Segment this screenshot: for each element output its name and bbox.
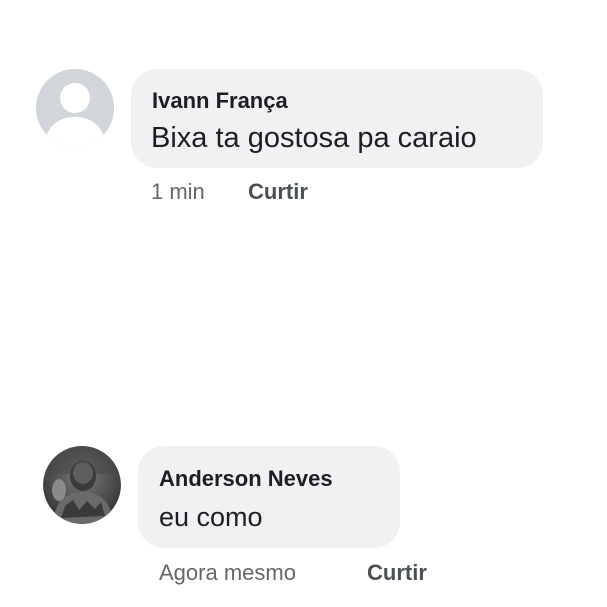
- comment-text: Bixa ta gostosa pa caraio: [151, 122, 477, 154]
- comment-author[interactable]: Ivann França: [152, 88, 288, 114]
- comment-author[interactable]: Anderson Neves: [159, 466, 333, 492]
- like-button[interactable]: Curtir: [248, 179, 308, 205]
- user-photo-icon: [43, 446, 121, 524]
- user-silhouette-icon: [36, 69, 114, 147]
- comment-text: eu como: [159, 502, 263, 532]
- comment-timestamp[interactable]: 1 min: [151, 179, 205, 205]
- avatar-photo[interactable]: [43, 446, 121, 524]
- comment-thread: Ivann França Bixa ta gostosa pa caraio 1…: [0, 0, 607, 607]
- avatar-default-icon[interactable]: [36, 69, 114, 147]
- like-button[interactable]: Curtir: [367, 560, 427, 586]
- comment-timestamp[interactable]: Agora mesmo: [159, 560, 296, 586]
